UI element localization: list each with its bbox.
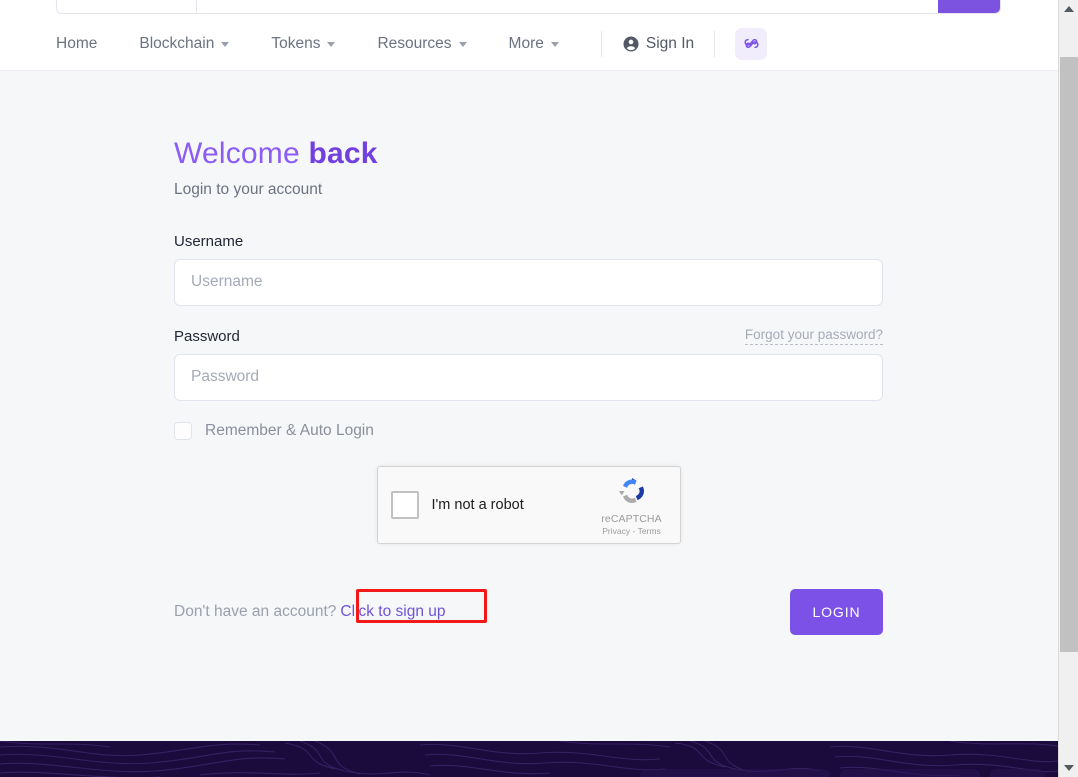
signup-prompt-row: Don't have an account? Click to sign up <box>174 588 487 623</box>
scrollbar-down-button[interactable] <box>1059 759 1078 777</box>
nav-item-label: Resources <box>377 34 452 52</box>
triangle-up-icon <box>1063 6 1074 12</box>
remember-login-checkbox[interactable] <box>174 421 192 440</box>
password-field-group: Password Forgot your password? <box>174 327 883 401</box>
password-label: Password <box>174 327 240 345</box>
username-label-row: Username <box>174 233 883 250</box>
scrollbar-thumb[interactable] <box>1060 57 1078 652</box>
recaptcha-branding: reCAPTCHA Privacy - Terms <box>593 475 671 536</box>
search-bar-strip: All Filters <box>0 0 1058 17</box>
login-form: Welcome back Login to your account Usern… <box>174 137 883 635</box>
nav-item-label: Blockchain <box>139 34 215 52</box>
page-title-part1: Welcome <box>174 137 300 170</box>
sign-in-button[interactable]: Sign In <box>622 35 694 53</box>
chevron-down-icon <box>550 42 559 47</box>
site-footer <box>0 741 1058 777</box>
login-button[interactable]: LOGIN <box>790 588 883 635</box>
search-filter-dropdown[interactable]: All Filters <box>57 0 197 13</box>
recaptcha-label: I'm not a robot <box>431 496 524 513</box>
username-field-group: Username <box>174 233 883 306</box>
nav-item-blockchain[interactable]: Blockchain <box>139 34 230 53</box>
recaptcha-checkbox[interactable] <box>390 490 419 519</box>
password-input[interactable] <box>174 353 883 401</box>
nav-item-label: More <box>508 34 544 52</box>
forgot-password-link[interactable]: Forgot your password? <box>744 327 883 345</box>
password-label-row: Password Forgot your password? <box>174 327 883 345</box>
login-actions-row: Don't have an account? Click to sign up … <box>174 588 883 635</box>
chevron-down-icon <box>458 42 467 47</box>
recaptcha-terms-link[interactable]: Terms <box>638 526 661 536</box>
username-label: Username <box>174 232 244 250</box>
login-page-body: Welcome back Login to your account Usern… <box>0 71 1058 777</box>
recaptcha-legal-links: Privacy - Terms <box>593 526 671 536</box>
scrollbar-up-button[interactable] <box>1059 0 1078 18</box>
chevron-down-icon <box>327 42 336 47</box>
nav-item-more[interactable]: More <box>509 35 559 53</box>
remember-login-row[interactable]: Remember & Auto Login <box>174 421 883 440</box>
vertical-scrollbar[interactable] <box>1058 0 1078 777</box>
recaptcha-logo-icon <box>618 477 644 503</box>
search-input[interactable] <box>197 0 938 13</box>
nav-divider <box>600 30 602 57</box>
polygon-logo-icon <box>744 38 759 49</box>
recaptcha-privacy-link[interactable]: Privacy <box>602 526 630 536</box>
signup-prompt-label: Don't have an account? <box>174 602 337 620</box>
page-title: Welcome back <box>174 137 883 172</box>
recaptcha-container: I'm not a robot reCAPTCHA Privacy - Term… <box>174 465 883 544</box>
main-navigation: Home Blockchain Tokens Resources More Si… <box>0 17 1058 71</box>
search-button[interactable] <box>938 0 1000 13</box>
footer-topography-pattern <box>0 741 1058 777</box>
username-input[interactable] <box>174 258 883 306</box>
browser-viewport: All Filters Home Blockchain Tok <box>0 0 1078 777</box>
account-circle-icon <box>623 36 639 51</box>
triangle-down-icon <box>1063 765 1074 771</box>
page-subtitle: Login to your account <box>174 180 323 198</box>
chevron-down-icon <box>221 42 230 47</box>
page-content: All Filters Home Blockchain Tok <box>0 0 1058 777</box>
sign-in-label: Sign In <box>645 34 695 52</box>
recaptcha-brand-label: reCAPTCHA <box>601 512 662 525</box>
recaptcha-legal-separator: - <box>632 525 636 536</box>
search-bar[interactable]: All Filters <box>56 0 1001 14</box>
signup-link[interactable]: Click to sign up <box>336 601 449 623</box>
page-title-part2: back <box>308 137 378 170</box>
nav-item-label: Home <box>56 34 98 52</box>
nav-item-label: Tokens <box>271 34 321 52</box>
remember-login-label: Remember & Auto Login <box>205 421 374 439</box>
nav-divider <box>714 30 716 57</box>
nav-item-home[interactable]: Home <box>56 35 97 53</box>
polygon-logo-button[interactable] <box>735 27 768 60</box>
nav-item-tokens[interactable]: Tokens <box>271 34 336 53</box>
recaptcha-widget[interactable]: I'm not a robot reCAPTCHA Privacy - Term… <box>376 465 681 544</box>
nav-item-resources[interactable]: Resources <box>377 34 467 53</box>
